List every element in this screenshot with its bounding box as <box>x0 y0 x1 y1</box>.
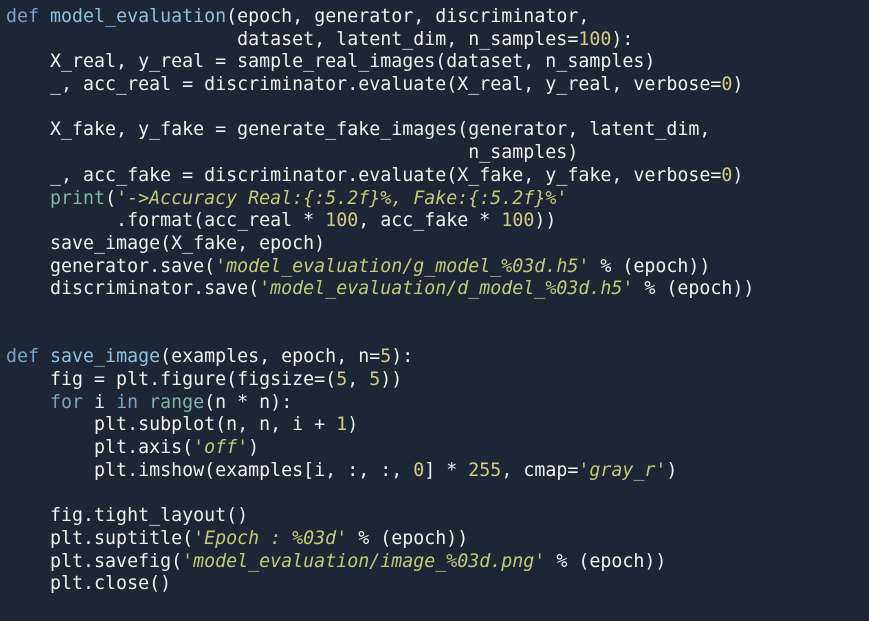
code-editor[interactable]: def model_evaluation(epoch, generator, d… <box>0 0 869 621</box>
code-token: def <box>6 6 51 27</box>
code-line: def model_evaluation(epoch, generator, d… <box>6 6 869 29</box>
code-token: ) <box>347 414 359 436</box>
code-token: % (epoch)) <box>589 255 711 277</box>
code-token: ) <box>732 74 744 96</box>
code-token: 'off' <box>193 437 249 459</box>
code-token: plt.subplot(n, n, i + <box>6 414 337 436</box>
code-token: save_image <box>50 346 161 368</box>
code-token: 5 <box>369 369 381 390</box>
code-line: plt.savefig('model_evaluation/image_%03d… <box>6 551 869 574</box>
code-token: in <box>116 391 139 413</box>
code-token: 0 <box>721 164 733 186</box>
code-token: 100 <box>325 210 359 232</box>
code-token: .format(acc_real * <box>6 210 326 232</box>
code-token: save_image(X_fake, epoch) <box>6 232 326 254</box>
code-token: 100 <box>501 210 535 232</box>
code-line: save_image(X_fake, epoch) <box>6 233 869 256</box>
code-token: (n * n): <box>204 391 293 413</box>
code-token: i <box>83 391 117 413</box>
code-token: def <box>6 346 51 368</box>
code-line: plt.suptitle('Epoch : %03d' % (epoch)) <box>6 528 869 551</box>
code-token: plt.close() <box>6 573 172 595</box>
code-token: 100 <box>578 28 612 50</box>
code-line: def save_image(examples, epoch, n=5): <box>6 346 869 369</box>
code-token: 'model_evaluation/d_model_%03d.h5' <box>259 278 634 300</box>
code-token: 255 <box>468 459 502 481</box>
code-line: discriminator.save('model_evaluation/d_m… <box>6 278 869 301</box>
code-block[interactable]: def model_evaluation(epoch, generator, d… <box>6 6 869 596</box>
code-token: fig = plt.figure(figsize=( <box>6 369 337 390</box>
code-line: _, acc_fake = discriminator.evaluate(X_f… <box>6 165 869 188</box>
code-token: ) <box>666 459 678 481</box>
code-token: ) <box>248 437 260 459</box>
code-token: fig.tight_layout() <box>6 505 249 527</box>
code-token: (examples, epoch, n= <box>160 346 381 368</box>
code-token: 0 <box>721 74 733 96</box>
code-line: plt.imshow(examples[i, :, :, 0] * 255, c… <box>6 460 869 483</box>
code-line: X_fake, y_fake = generate_fake_images(ge… <box>6 119 869 142</box>
code-token: range <box>149 391 205 413</box>
code-token: plt.axis( <box>6 437 194 459</box>
code-token: (epoch, generator, discriminator, <box>226 6 590 27</box>
code-token: generator.save( <box>6 255 216 277</box>
code-token: % (epoch)) <box>347 527 469 549</box>
code-line: plt.axis('off') <box>6 437 869 460</box>
code-line: fig = plt.figure(figsize=(5, 5)) <box>6 369 869 392</box>
code-token: plt.imshow(examples[i, :, :, <box>6 459 414 481</box>
code-token: _, acc_fake = discriminator.evaluate(X_f… <box>6 164 722 186</box>
code-token: 0 <box>413 459 425 481</box>
code-token: 5 <box>336 369 348 390</box>
code-token: )) <box>534 210 557 232</box>
code-token: ): <box>611 28 634 50</box>
code-token: 1 <box>336 414 348 436</box>
code-line: plt.subplot(n, n, i + 1) <box>6 414 869 437</box>
code-token: 'gray_r' <box>578 459 667 481</box>
code-token: 'model_evaluation/g_model_%03d.h5' <box>215 255 590 277</box>
code-token: _, acc_real = discriminator.evaluate(X_r… <box>6 74 722 96</box>
code-line: print('->Accuracy Real:{:5.2f}%, Fake:{:… <box>6 188 869 211</box>
code-line: dataset, latent_dim, n_samples=100): <box>6 29 869 52</box>
code-token: X_fake, y_fake = generate_fake_images(ge… <box>6 119 711 141</box>
code-token: dataset, latent_dim, n_samples= <box>6 28 579 50</box>
code-token: for <box>50 391 84 413</box>
code-token: , <box>347 369 370 390</box>
code-line: n_samples) <box>6 142 869 165</box>
code-token: , acc_fake * <box>358 210 502 232</box>
code-token: 'Epoch : %03d' <box>193 527 348 549</box>
code-line: fig.tight_layout() <box>6 505 869 528</box>
code-line: _, acc_real = discriminator.evaluate(X_r… <box>6 74 869 97</box>
code-token: ] * <box>424 459 469 481</box>
code-token: plt.savefig( <box>6 550 183 572</box>
code-token: X_real, y_real = sample_real_images(data… <box>6 51 656 73</box>
code-token: )) <box>380 369 403 390</box>
code-line: generator.save('model_evaluation/g_model… <box>6 256 869 279</box>
code-token: 'model_evaluation/image_%03d.png' <box>182 550 546 572</box>
code-token: print <box>50 187 106 209</box>
code-line: .format(acc_real * 100, acc_fake * 100)) <box>6 210 869 233</box>
code-line: X_real, y_real = sample_real_images(data… <box>6 51 869 74</box>
code-token: n_samples) <box>6 142 579 164</box>
code-token: % (epoch)) <box>545 550 667 572</box>
code-token: , cmap= <box>501 459 579 481</box>
code-token: ): <box>391 346 414 368</box>
code-line: for i in range(n * n): <box>6 392 869 415</box>
code-token: model_evaluation <box>50 6 227 27</box>
code-token: '->Accuracy Real:{:5.2f}%, Fake:{:5.2f}%… <box>116 187 568 209</box>
code-token: ( <box>105 187 117 209</box>
code-token: plt.suptitle( <box>6 527 194 549</box>
code-token: 5 <box>380 346 392 368</box>
code-token: ) <box>732 164 744 186</box>
code-token: % (epoch)) <box>633 278 755 300</box>
code-line: plt.close() <box>6 573 869 596</box>
code-token: discriminator.save( <box>6 278 260 300</box>
